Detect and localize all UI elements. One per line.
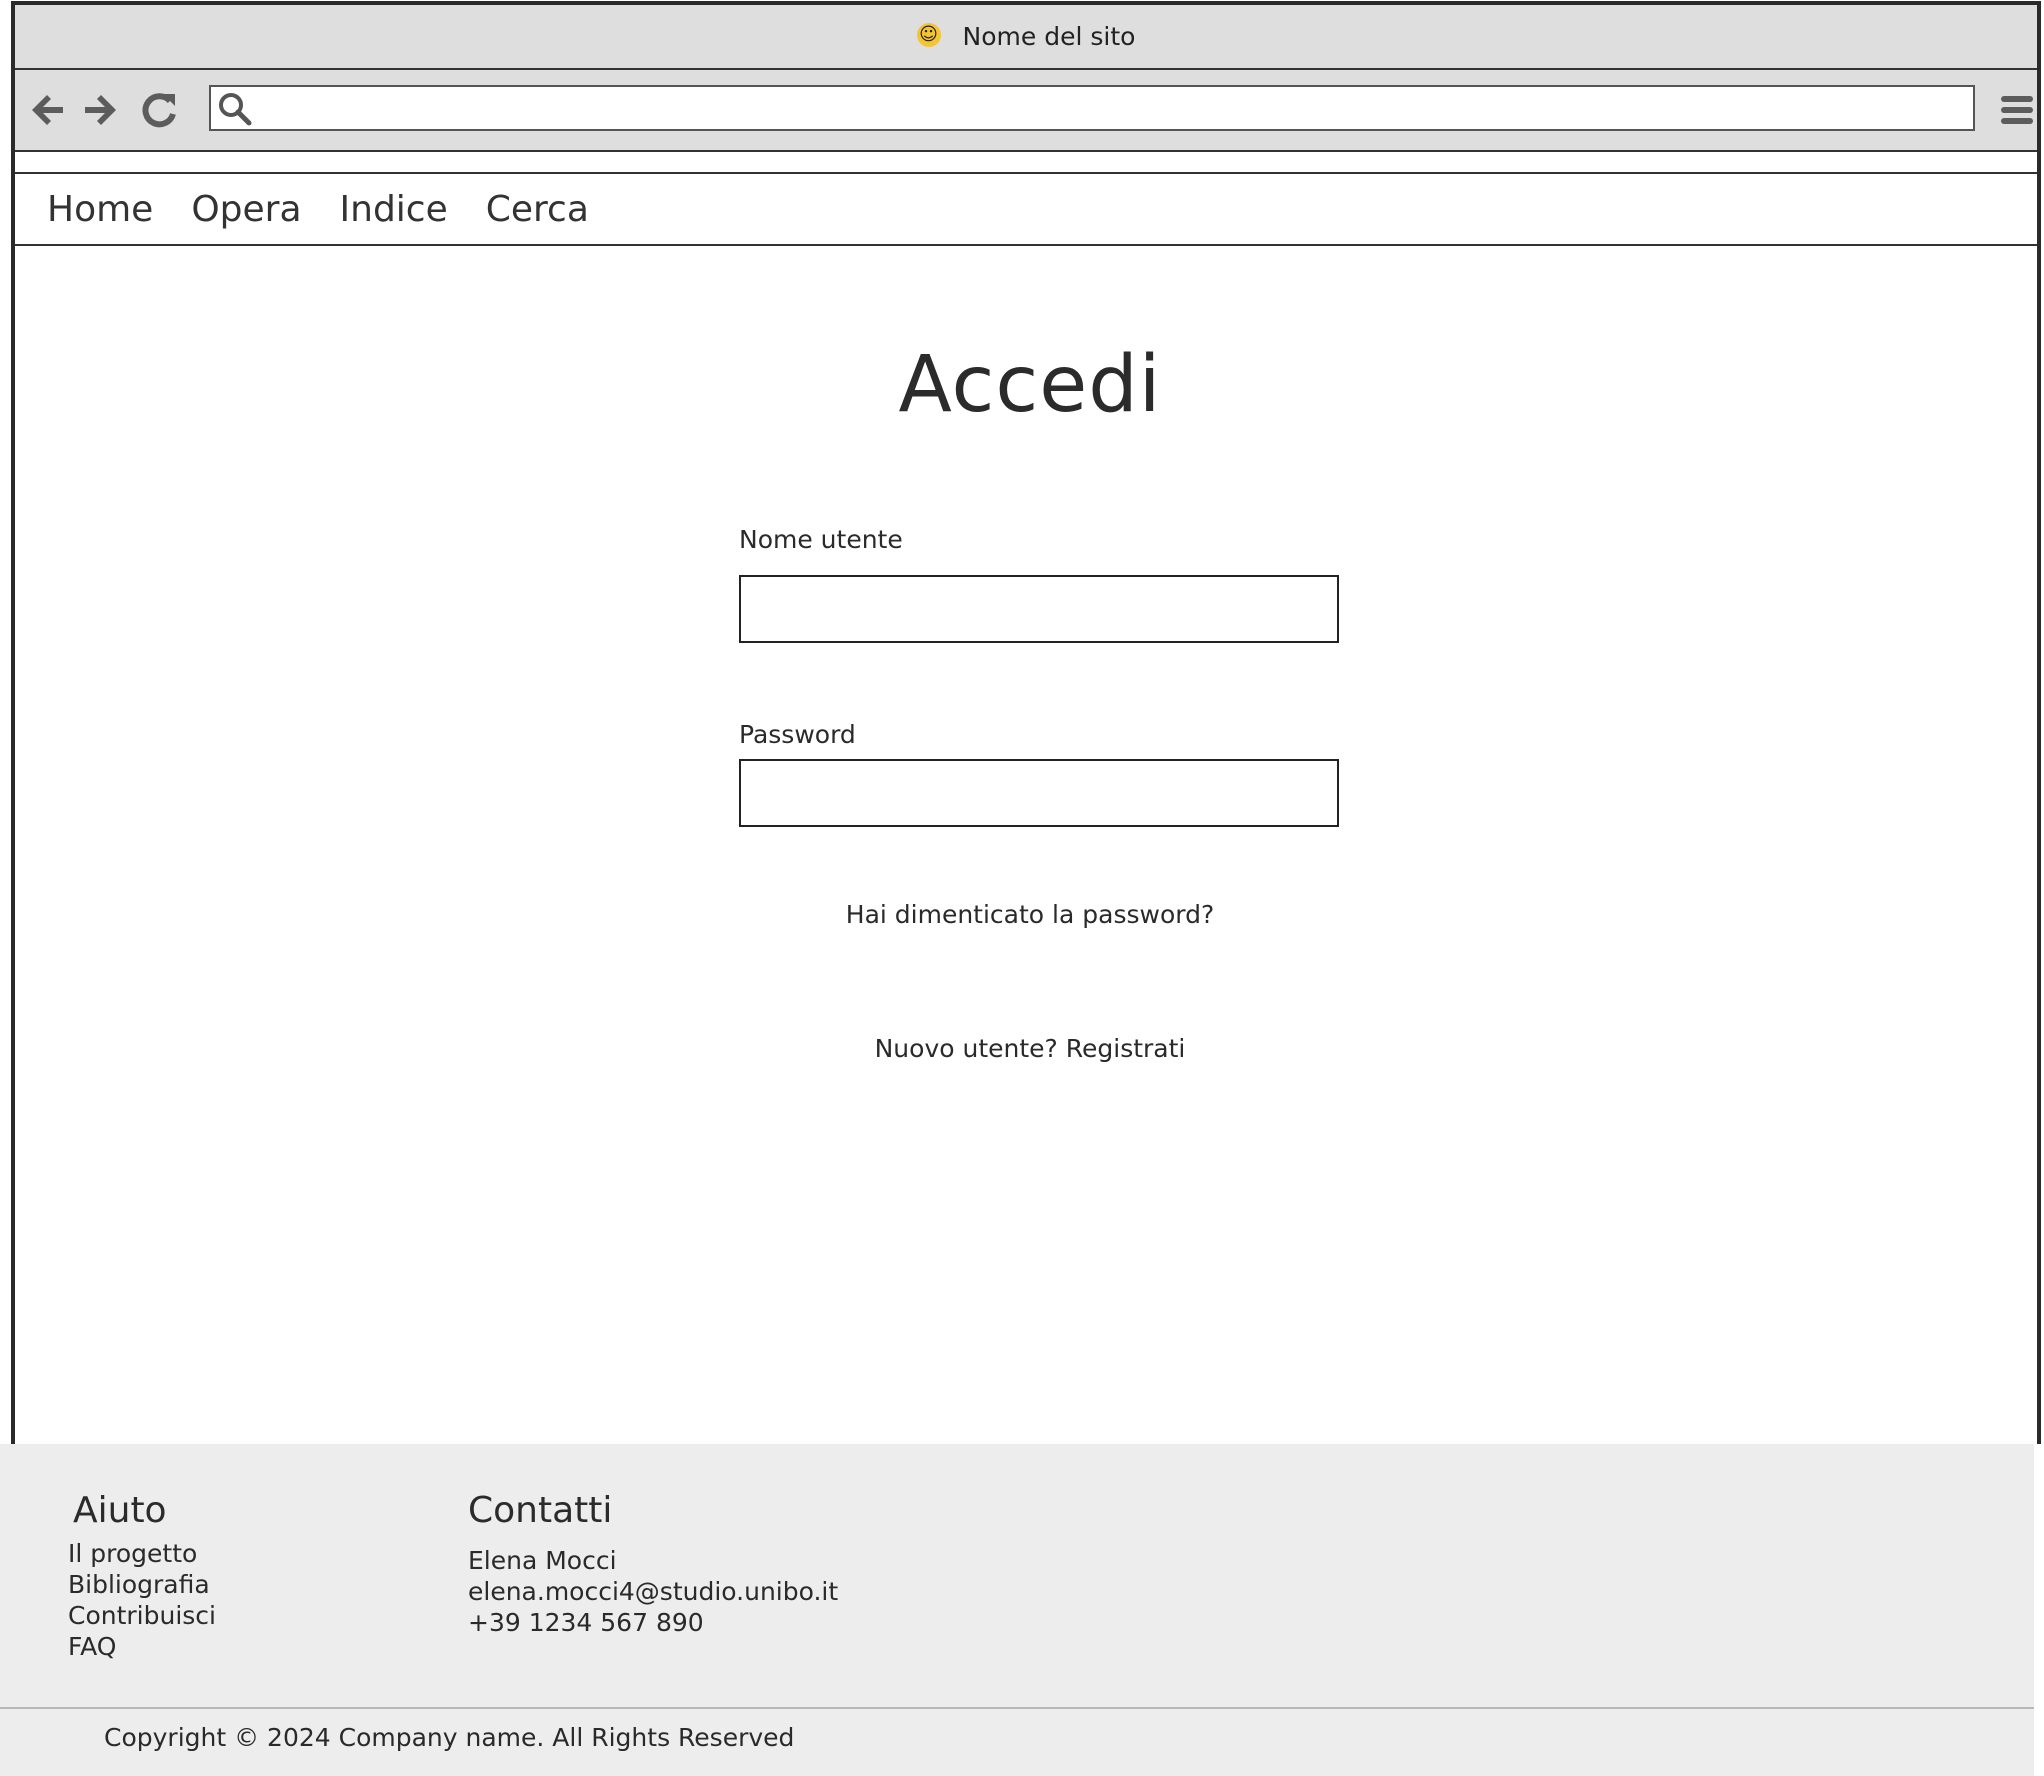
contact-name: Elena Mocci xyxy=(468,1546,617,1575)
username-field[interactable] xyxy=(739,575,1339,643)
browser-toolbar xyxy=(15,70,2037,152)
nav-link-opera[interactable]: Opera xyxy=(191,189,301,230)
browser-title-bar: ☺ Nome del sito xyxy=(15,5,2037,70)
nav-link-indice[interactable]: Indice xyxy=(340,189,448,230)
register-link[interactable]: Nuovo utente? Registrati xyxy=(15,1034,2044,1063)
footer-link-progetto[interactable]: Il progetto xyxy=(68,1538,216,1569)
forward-arrow-icon[interactable] xyxy=(79,90,119,130)
menu-icon[interactable] xyxy=(1997,90,2037,130)
nav-link-home[interactable]: Home xyxy=(47,189,153,230)
footer-link-bibliografia[interactable]: Bibliografia xyxy=(68,1569,216,1600)
browser-title: Nome del sito xyxy=(962,22,1136,51)
password-field[interactable] xyxy=(739,759,1339,827)
smiley-icon: ☺ xyxy=(916,22,941,47)
toolbar-strip xyxy=(15,152,2037,174)
nav-link-cerca[interactable]: Cerca xyxy=(486,189,589,230)
contact-phone: +39 1234 567 890 xyxy=(468,1608,704,1637)
footer-link-faq[interactable]: FAQ xyxy=(68,1631,216,1662)
contact-email[interactable]: elena.mocci4@studio.unibo.it xyxy=(468,1576,838,1607)
forgot-password-link[interactable]: Hai dimenticato la password? xyxy=(15,900,2044,929)
footer-contacts-heading: Contatti xyxy=(468,1490,613,1531)
footer-contacts: Elena Mocci elena.mocci4@studio.unibo.it… xyxy=(468,1545,838,1638)
footer-help-links: Il progetto Bibliografia Contribuisci FA… xyxy=(68,1538,216,1662)
page-title: Accedi xyxy=(898,340,1162,430)
reload-icon[interactable] xyxy=(139,90,179,130)
back-arrow-icon[interactable] xyxy=(29,90,69,130)
username-label: Nome utente xyxy=(739,525,903,554)
site-navigation: Home Opera Indice Cerca xyxy=(15,174,2037,246)
search-icon xyxy=(219,93,252,126)
footer-help-heading: Aiuto xyxy=(73,1490,167,1531)
footer-divider xyxy=(0,1707,2034,1709)
password-label: Password xyxy=(739,720,856,749)
footer: Aiuto Il progetto Bibliografia Contribui… xyxy=(0,1444,2034,1776)
browser-window: ☺ Nome del sito Home Opera Indice Cerca … xyxy=(11,1,2041,1444)
footer-link-contribuisci[interactable]: Contribuisci xyxy=(68,1600,216,1631)
copyright-text: Copyright © 2024 Company name. All Right… xyxy=(104,1723,795,1752)
address-bar[interactable] xyxy=(209,85,1975,131)
